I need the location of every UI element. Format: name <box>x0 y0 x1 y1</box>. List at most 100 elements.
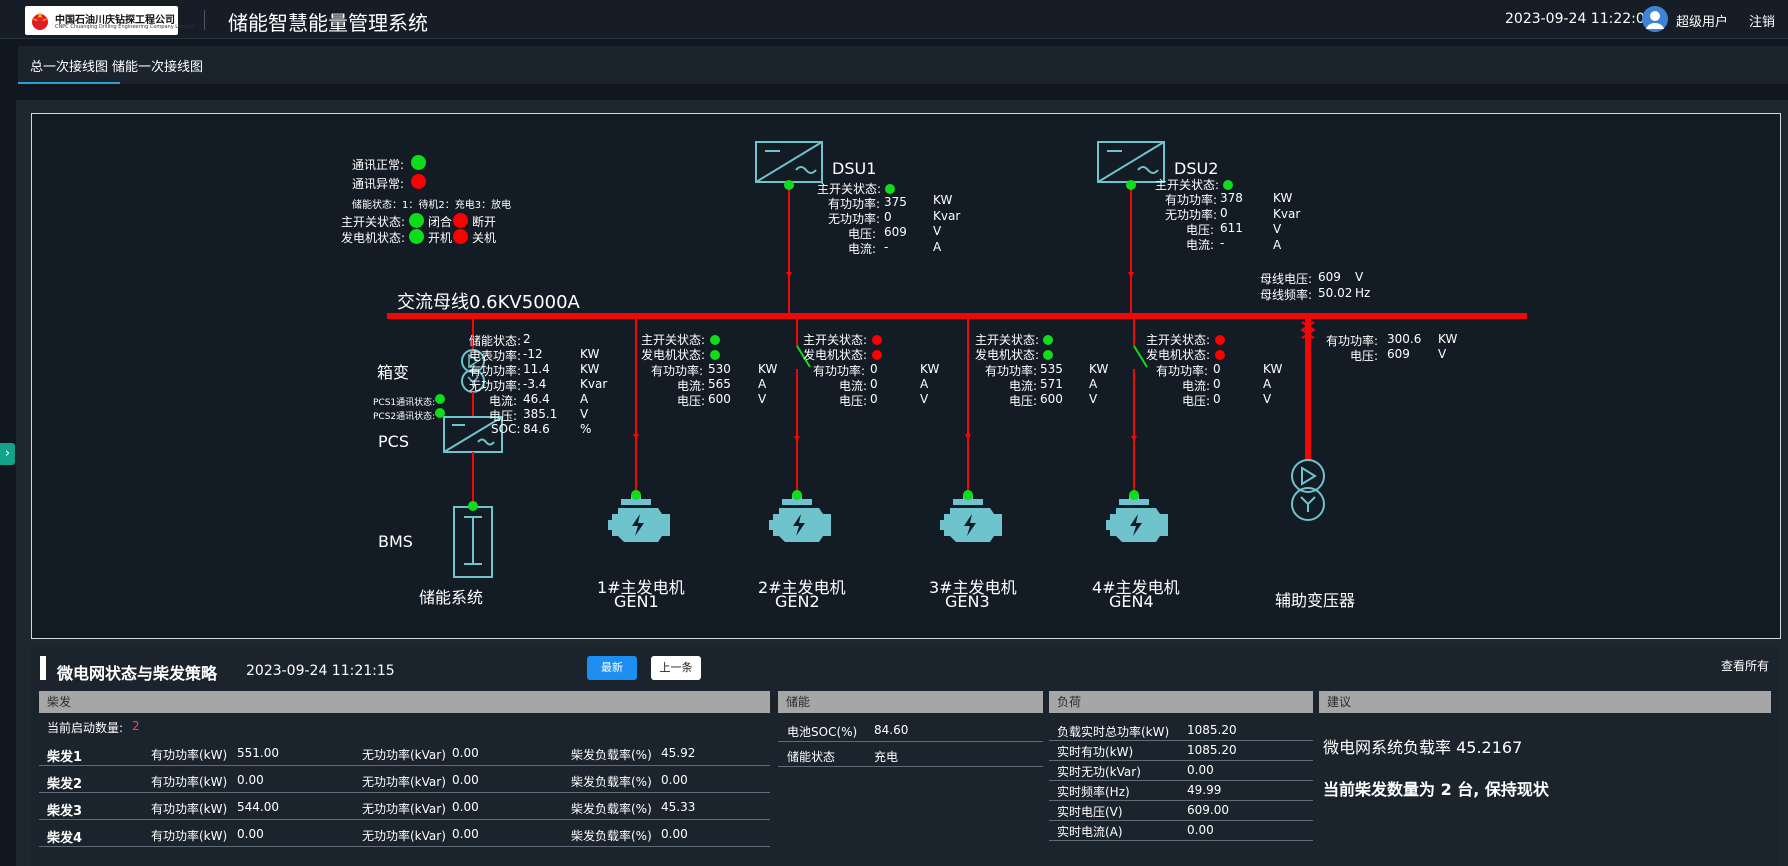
bus-freq-unit: Hz <box>1355 286 1371 300</box>
dsu1-p-unit: KW <box>933 193 953 207</box>
diagram-lines <box>387 141 1527 578</box>
gen1-switch-dot <box>710 335 720 345</box>
gen2-p-unit: KW <box>920 362 940 376</box>
storage-soc-unit: % <box>580 422 592 436</box>
gen1-engine-icon <box>608 494 670 542</box>
diesel-row-divider <box>39 765 770 766</box>
bus-voltage: 609 <box>1318 270 1341 284</box>
gen1-v: 600 <box>708 392 731 406</box>
bus-freq-label: 母线频率: <box>1260 288 1313 302</box>
gen3-gen-dot <box>1043 350 1053 360</box>
legend-comm-err-label: 通讯异常: <box>352 177 405 191</box>
storage-v: 385.1 <box>523 407 558 421</box>
gen2-i: 0 <box>870 377 878 391</box>
storage-system-label: 储能系统 <box>419 588 484 607</box>
dsu1-q-unit: Kvar <box>933 209 961 223</box>
gen4-v-label: 电压: <box>1182 394 1211 408</box>
tab-storage-diagram[interactable]: 储能一次接线图 <box>112 56 203 75</box>
load-row-divider <box>1049 780 1313 781</box>
gen2-code: GEN2 <box>775 592 820 611</box>
gen2-gen-dot <box>872 350 882 360</box>
diesel4-load: 0.00 <box>661 827 688 841</box>
diesel2-q: 0.00 <box>452 773 479 787</box>
storage-v-unit: V <box>580 407 589 421</box>
user-avatar-icon[interactable] <box>1642 6 1668 32</box>
box-transformer-label: 箱变 <box>377 363 410 382</box>
latest-button[interactable]: 最新 <box>587 656 637 680</box>
gen1-v-label: 电压: <box>677 394 706 408</box>
load-row-label: 实时电压(V) <box>1057 805 1123 819</box>
diesel-count: 2 <box>132 719 140 733</box>
expand-sidebar-button[interactable]: › <box>0 443 15 465</box>
tab-main-diagram[interactable]: 总一次接线图 <box>17 56 121 84</box>
storage-soc: 84.6 <box>523 422 550 436</box>
dsu2-v: 611 <box>1220 221 1243 235</box>
load-row-value: 1085.20 <box>1187 743 1237 757</box>
user-name[interactable]: 超级用户 <box>1676 11 1728 30</box>
load-row-label: 实时电流(A) <box>1057 825 1123 839</box>
storage-q: -3.4 <box>523 377 547 391</box>
panel-title: 微电网状态与柴发策略 <box>57 664 218 683</box>
diesel4-q: 0.00 <box>452 827 479 841</box>
dsu1-p: 375 <box>884 195 907 209</box>
gen4-v-unit: V <box>1263 392 1272 406</box>
bms-label: BMS <box>378 532 413 551</box>
bms-node-dot <box>468 501 478 511</box>
bus-voltage-label: 母线电压: <box>1260 272 1313 286</box>
aux-v-label: 电压: <box>1350 349 1379 363</box>
dsu2-q-unit: Kvar <box>1273 207 1301 221</box>
load-row-value: 0.00 <box>1187 823 1214 837</box>
gen1-p: 530 <box>708 362 731 376</box>
load-row-divider <box>1049 840 1313 841</box>
diesel3-load-label: 柴发负载率(%) <box>571 802 652 816</box>
load-row-divider <box>1049 820 1313 821</box>
gen1-node-dot <box>631 490 641 500</box>
gen3-v-label: 电压: <box>1009 394 1038 408</box>
diesel4-q-label: 无功功率(kVar) <box>362 829 446 843</box>
gen4-gen-dot <box>1215 350 1225 360</box>
dsu2-i-unit: A <box>1273 238 1282 252</box>
view-all-link[interactable]: 查看所有 <box>1721 657 1769 674</box>
gen1-gen-dot <box>710 350 720 360</box>
diesel2-p: 0.00 <box>237 773 264 787</box>
diesel1-name: 柴发1 <box>47 750 83 765</box>
gen4-p-unit: KW <box>1263 362 1283 376</box>
load-row-label: 实时无功(kVar) <box>1057 765 1141 779</box>
gen2-p: 0 <box>870 362 878 376</box>
legend-gen-off-dot <box>453 229 468 244</box>
app-title: 储能智慧能量管理系统 <box>228 11 428 35</box>
gen1-v-unit: V <box>758 392 767 406</box>
previous-button[interactable]: 上一条 <box>651 656 701 680</box>
dsu1-v: 609 <box>884 225 907 239</box>
gen2-i-unit: A <box>920 377 929 391</box>
diesel-section-header: 柴发 <box>39 691 770 713</box>
aux-p-unit: KW <box>1438 332 1458 346</box>
gen1-code: GEN1 <box>614 592 659 611</box>
aux-v-unit: V <box>1438 347 1447 361</box>
dsu1-q: 0 <box>884 210 892 224</box>
advice-strategy: 当前柴发数量为 2 台, 保持现状 <box>1323 780 1549 799</box>
diesel3-load: 45.33 <box>661 800 696 814</box>
chevron-right-icon: › <box>4 446 11 461</box>
dsu1-i: - <box>884 240 889 254</box>
load-section-header: 负荷 <box>1049 691 1313 713</box>
gen1-i-unit: A <box>758 377 767 391</box>
diesel1-p-label: 有功功率(kW) <box>151 748 228 762</box>
gen2-engine-icon <box>769 494 831 542</box>
bms-battery-icon <box>453 506 493 578</box>
diesel-count-label: 当前启动数量: <box>47 721 124 735</box>
bus-voltage-unit: V <box>1355 270 1364 284</box>
diesel3-q: 0.00 <box>452 800 479 814</box>
storage-p: 11.4 <box>523 362 550 376</box>
dsu1-v-unit: V <box>933 224 942 238</box>
diesel3-p: 544.00 <box>237 800 279 814</box>
storage-soc-row-label: 电池SOC(%) <box>787 725 858 739</box>
pcs1-comm-dot <box>435 394 445 404</box>
gen3-p-unit: KW <box>1089 362 1109 376</box>
header-divider <box>204 10 205 30</box>
diesel1-q-label: 无功功率(kVar) <box>362 748 446 762</box>
storage-row-divider <box>778 741 1043 742</box>
diesel4-name: 柴发4 <box>47 831 83 846</box>
legend-switch-label: 主开关状态: <box>341 215 406 229</box>
logout-button[interactable]: 注销 <box>1749 11 1775 30</box>
